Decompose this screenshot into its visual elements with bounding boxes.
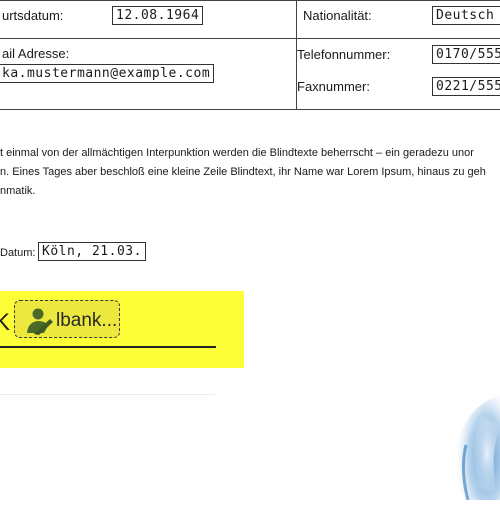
birthdate-field[interactable]: 12.08.1964 — [112, 6, 204, 25]
date-label: Datum: — [0, 247, 36, 259]
fax-field[interactable]: 0221/555 — [432, 77, 500, 96]
body-text-line-2: n. Eines Tages aber beschloß eine kleine… — [0, 166, 486, 178]
phone-label: Telefonnummer: — [297, 47, 391, 62]
email-label: ail Adresse: — [2, 46, 70, 61]
birthdate-label: urtsdatum: — [2, 8, 64, 23]
fax-label: Faxnummer: — [297, 79, 370, 94]
table-border-top — [0, 0, 500, 1]
body-text-line-3: nmatik. — [0, 185, 36, 197]
signature-line — [0, 346, 216, 348]
date-field[interactable]: Köln, 21.03. — [38, 242, 146, 261]
signature-button-label: lbank... — [56, 310, 118, 331]
phone-field[interactable]: 0170/555 — [432, 45, 500, 64]
watercolor-decoration — [430, 375, 500, 501]
faint-divider — [0, 394, 215, 395]
nationality-label: Nationalität: — [303, 8, 372, 23]
nationality-field[interactable]: Deutsch — [432, 6, 500, 25]
person-pen-icon — [24, 307, 54, 335]
body-text-line-1: t einmal von der allmächtigen Interpunkt… — [0, 147, 474, 159]
table-border-bottom — [0, 109, 500, 110]
signature-partial-char: K — [0, 309, 11, 336]
email-field[interactable]: ka.mustermann@example.com — [0, 64, 215, 83]
table-divider-row — [0, 38, 500, 39]
